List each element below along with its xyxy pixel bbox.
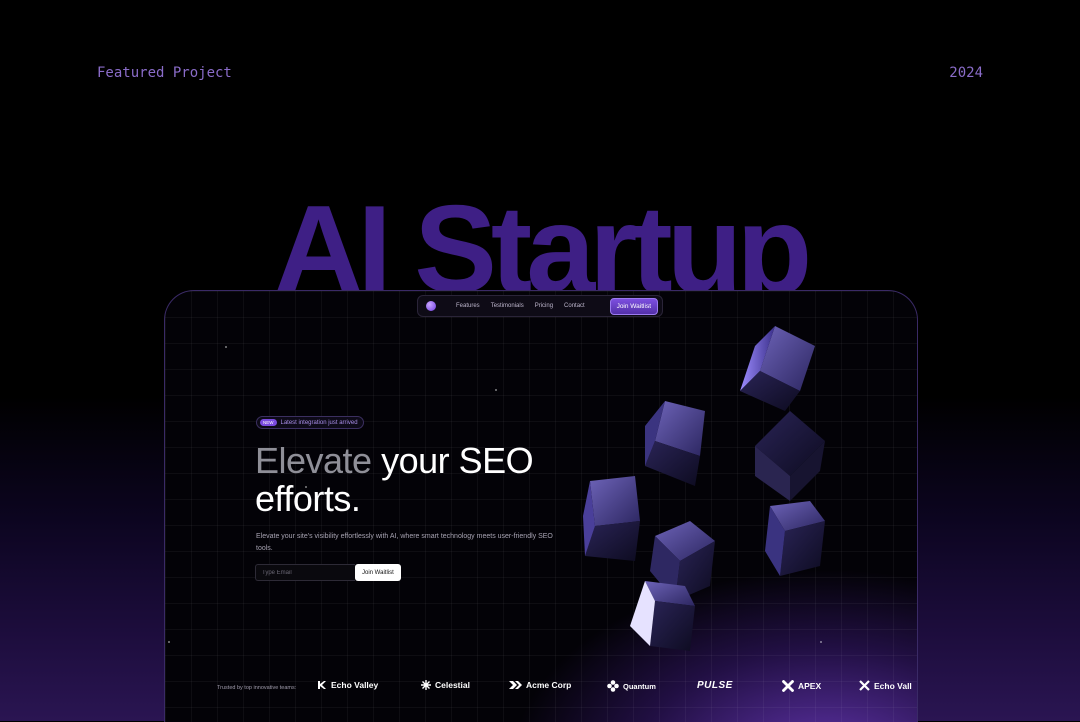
apex-icon bbox=[782, 680, 794, 692]
logo-name: Celestial bbox=[435, 680, 470, 690]
star-dot bbox=[495, 389, 497, 391]
cube-shape bbox=[755, 411, 825, 501]
cube-shape bbox=[583, 476, 640, 561]
celestial-icon bbox=[421, 680, 431, 690]
star-dot bbox=[168, 641, 170, 643]
headline-rest: your SEO bbox=[371, 440, 534, 481]
logo-echo-valley-repeat: Echo Vall bbox=[859, 680, 912, 691]
cube-shape bbox=[765, 501, 825, 576]
headline-line2: efforts. bbox=[255, 478, 361, 519]
featured-project-label: Featured Project bbox=[97, 65, 232, 81]
logo-celestial: Celestial bbox=[421, 680, 470, 690]
year-label: 2024 bbox=[949, 65, 983, 81]
badge-text: Latest integration just arrived bbox=[280, 419, 358, 426]
echo-valley-icon bbox=[318, 681, 326, 689]
logo-name: Acme Corp bbox=[526, 680, 572, 690]
site-navbar: Features Testimonials Pricing Contact Jo… bbox=[417, 295, 663, 317]
website-preview: Features Testimonials Pricing Contact Jo… bbox=[164, 290, 918, 722]
nav-link-features[interactable]: Features bbox=[456, 303, 480, 309]
logo-name: Quantum bbox=[623, 681, 656, 691]
logo-name: PULSE bbox=[697, 680, 733, 691]
logo-name: Echo Valley bbox=[331, 680, 379, 690]
nav-join-waitlist-button[interactable]: Join Waitlist bbox=[609, 297, 658, 315]
logo-apex: APEX bbox=[782, 680, 821, 692]
star-dot bbox=[225, 346, 227, 348]
nav-link-testimonials[interactable]: Testimonials bbox=[491, 303, 524, 309]
echo-valley-icon bbox=[859, 680, 870, 691]
logo-name: APEX bbox=[798, 681, 822, 691]
logo-echo-valley: Echo Valley bbox=[317, 680, 378, 690]
cubes-illustration bbox=[583, 326, 825, 651]
email-input[interactable] bbox=[255, 564, 355, 581]
new-tag: NEW bbox=[260, 419, 277, 426]
cube-shape bbox=[645, 401, 705, 486]
quantum-icon bbox=[607, 680, 619, 692]
join-waitlist-button[interactable]: Join Waitlist bbox=[355, 564, 401, 581]
logo-pulse: PULSE bbox=[697, 680, 733, 691]
cube-shape bbox=[740, 326, 815, 411]
cube-shape bbox=[630, 581, 695, 651]
waitlist-form: Join Waitlist bbox=[255, 564, 401, 581]
brand-logo-icon[interactable] bbox=[426, 301, 436, 311]
nav-link-contact[interactable]: Contact bbox=[564, 303, 585, 309]
logo-name: Echo Vall bbox=[874, 680, 912, 691]
trusted-label: Trusted by top innovative teams: bbox=[217, 685, 297, 691]
logo-acme-corp: Acme Corp bbox=[509, 680, 571, 690]
logo-quantum: Quantum bbox=[607, 680, 656, 692]
nav-link-pricing[interactable]: Pricing bbox=[535, 303, 553, 309]
hero-subtext: Elevate your site's visibility effortles… bbox=[256, 533, 553, 552]
announcement-badge[interactable]: NEW Latest integration just arrived bbox=[256, 416, 364, 429]
acme-corp-icon bbox=[509, 681, 522, 689]
hero-headline: Elevate your SEO efforts. bbox=[255, 442, 575, 518]
headline-dim-word: Elevate bbox=[255, 440, 372, 481]
